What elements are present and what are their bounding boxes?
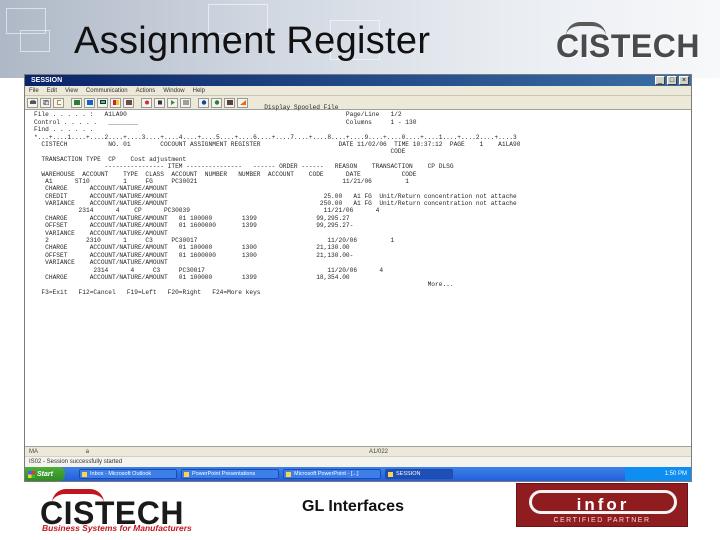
- spool-line: Find . . . . . .: [34, 126, 94, 134]
- spool-line: CHARGE ACCOUNT/NATURE/AMOUNT 01 100000 1…: [34, 273, 350, 281]
- status-position: MA: [29, 449, 38, 455]
- header-logo: CISTECH: [556, 28, 700, 64]
- spool-line: Display Spooled File: [34, 104, 339, 111]
- taskbar-item-session[interactable]: SESSION: [385, 469, 453, 479]
- start-label: Start: [37, 470, 53, 478]
- menu-actions[interactable]: Actions: [136, 86, 156, 95]
- clock[interactable]: 1:50 PM: [665, 471, 687, 477]
- spool-line: CHARGE ACCOUNT/NATURE/AMOUNT 01 100000 1…: [34, 214, 350, 222]
- slide-header: Assignment Register CISTECH: [0, 0, 720, 78]
- spool-line: CHARGE ACCOUNT/NATURE/AMOUNT 01 100000 1…: [34, 244, 350, 252]
- window-title: SESSION: [31, 77, 63, 84]
- minimize-button[interactable]: _: [655, 76, 665, 85]
- spool-line: ---------------- ITEM --------------- --…: [34, 163, 454, 171]
- infor-partner-badge: infor CERTIFIED PARTNER: [516, 483, 688, 527]
- system-tray: 1:50 PM: [625, 467, 691, 481]
- spool-line: A1 ST10 1 FG PC30021 11/21/06 1: [34, 177, 410, 185]
- emulator-status-bar: MA a A1/022: [25, 446, 691, 456]
- spool-line: 2 2310 1 C3 PC30017 11/20/06 1: [34, 237, 395, 245]
- windows-logo-icon: [28, 470, 35, 478]
- menu-bar: File Edit View Communication Actions Win…: [25, 86, 691, 96]
- window-titlebar[interactable]: SESSION _ □ ×: [25, 75, 691, 86]
- footer-tagline: Business Systems for Manufacturers: [42, 523, 192, 533]
- infor-badge-subtitle: CERTIFIED PARTNER: [553, 517, 651, 524]
- status-field: a: [85, 449, 90, 455]
- spool-line: 2314 4 C3 PC30017 11/20/06 4: [34, 266, 384, 274]
- spool-line: CREDIT ACCOUNT/NATURE/AMOUNT 25.00 A1 FG…: [34, 192, 517, 200]
- spooled-file-display: Display Spooled File File . . . . . : A1L…: [34, 104, 662, 324]
- infor-logo-ring: infor: [529, 490, 677, 514]
- spool-line: CODE: [34, 148, 406, 156]
- header-decoration: [20, 30, 50, 52]
- close-button[interactable]: ×: [679, 76, 689, 85]
- spool-line: CHARGE ACCOUNT/NATURE/AMOUNT: [34, 185, 168, 193]
- taskbar-item-powerpoint[interactable]: Microsoft PowerPoint - [...]: [283, 469, 381, 479]
- spool-line: TRANSACTION TYPE CP Cost adjustment: [34, 155, 187, 163]
- menu-help[interactable]: Help: [193, 86, 205, 95]
- spool-line: *...+....1....+....2....+....3....+....4…: [34, 133, 517, 141]
- spool-line: 2314 4 CP PC30039 11/21/06 4: [34, 207, 380, 215]
- spool-line: F3=Exit F12=Cancel F19=Left F20=Right F2…: [34, 288, 261, 296]
- menu-file[interactable]: File: [29, 86, 39, 95]
- taskbar-item-presentations[interactable]: PowerPoint Presentations: [181, 469, 279, 479]
- spool-line: OFFSET ACCOUNT/NATURE/AMOUNT 01 1600000 …: [34, 222, 354, 230]
- spool-line: OFFSET ACCOUNT/NATURE/AMOUNT 01 1600000 …: [34, 251, 354, 259]
- slide-title: Assignment Register: [74, 20, 431, 62]
- footer-logo: CISTECH Business Systems for Manufacture…: [40, 489, 206, 533]
- spool-line: CISTECH NO. 01 COCOUNT ASSIGNMENT REGIST…: [34, 140, 521, 148]
- spool-line: WAREHOUSE ACCOUNT TYPE CLASS ACCOUNT NUM…: [34, 170, 417, 178]
- start-button[interactable]: Start: [25, 467, 65, 481]
- menu-communication[interactable]: Communication: [86, 86, 128, 95]
- spool-line: More...: [34, 281, 454, 289]
- spool-line: Control . . . . . ________ Columns 1 - 1…: [34, 118, 417, 126]
- taskbar-item-outlook[interactable]: Inbox - Microsoft Outlook: [79, 469, 177, 479]
- taskbar-items: Inbox - Microsoft Outlook PowerPoint Pre…: [79, 469, 453, 479]
- maximize-button[interactable]: □: [667, 76, 677, 85]
- spool-line: VARIANCE ACCOUNT/NATURE/AMOUNT: [34, 229, 168, 237]
- session-message: IS02 - Session successfully started: [25, 456, 691, 467]
- infor-logo-word: infor: [576, 495, 630, 514]
- spool-line: VARIANCE ACCOUNT/NATURE/AMOUNT 250.00 A1…: [34, 200, 517, 208]
- menu-view[interactable]: View: [65, 86, 78, 95]
- taskbar: Start Inbox - Microsoft Outlook PowerPoi…: [25, 467, 691, 481]
- menu-window[interactable]: Window: [163, 86, 184, 95]
- window-controls: _ □ ×: [655, 76, 689, 85]
- menu-edit[interactable]: Edit: [47, 86, 57, 95]
- footer-title: GL Interfaces: [302, 498, 404, 515]
- spool-line: File . . . . . : A1LA90 Page/Line 1/2: [34, 111, 402, 119]
- spool-line: VARIANCE ACCOUNT/NATURE/AMOUNT: [34, 259, 168, 267]
